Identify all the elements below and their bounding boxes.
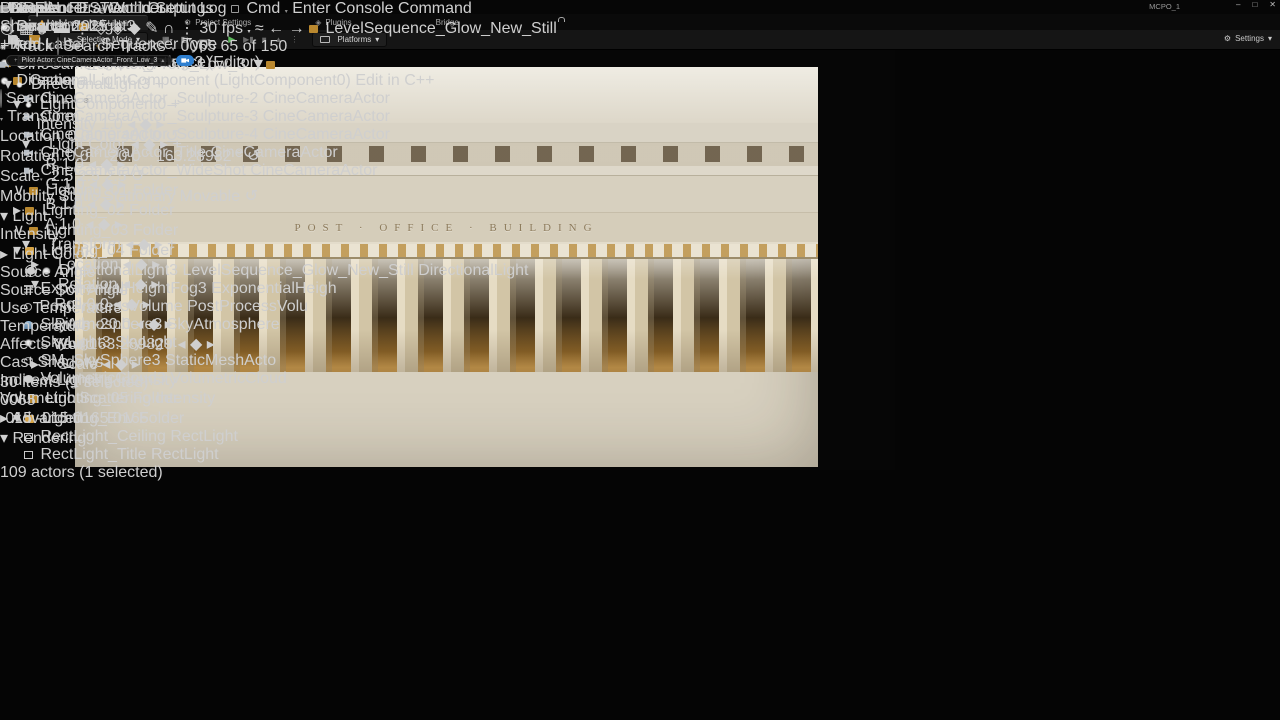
console-input[interactable]: Enter Console Command — [292, 0, 472, 17]
add-track-button[interactable]: Track — [0, 38, 57, 55]
keyframe-controls[interactable]: ◂ ◆ ▸ — [122, 276, 159, 293]
playhead-frame-label: 0065 — [0, 392, 557, 410]
forward-icon[interactable] — [289, 20, 305, 37]
track-row[interactable]: B 1.0 ◂ ◆ ▸ — [0, 194, 557, 214]
podium: UNREAL FEST Shanghai 2025 — [0, 0, 110, 36]
keyframe-controls[interactable]: ◂ ◆ ▸ — [127, 116, 164, 133]
fps-dropdown[interactable]: 30 fps — [199, 20, 255, 37]
crosshair-icon — [14, 58, 18, 64]
track-rows: ▾ DirectionalLight3 + ▾ LightComponent0 — [0, 74, 557, 374]
presenter-video-overlay: UNREAL FEST Shanghai 2025 — [0, 0, 110, 36]
minimize-button[interactable] — [1236, 0, 1240, 9]
close-button[interactable] — [1269, 0, 1276, 9]
track-row[interactable]: A 1.0 ◂ ◆ ▸ — [0, 214, 557, 234]
track-search-input[interactable]: Search Tracks — [57, 38, 170, 55]
keyframe-controls[interactable]: ◂ ◆ ▸ — [131, 136, 168, 153]
keyframe-controls[interactable]: ◂ ◆ ▸ — [125, 236, 162, 253]
add-section-icon[interactable]: + — [167, 236, 176, 253]
track-row[interactable]: ▾ Transform ◂ ◆ ▸ + — [0, 234, 557, 254]
sequencer-status: 30 items (1 selected) — [0, 374, 557, 392]
sequencer-track-list: Track Search Tracks 0065 65 of 150 CineC… — [0, 38, 557, 392]
track-row[interactable]: ▾ Light Color ◂ ◆ ▸ + — [0, 134, 557, 154]
track-row[interactable]: ▸ Location ◂ ◆ ▸ — [0, 254, 557, 274]
back-icon[interactable] — [268, 20, 284, 37]
output-log-icon — [132, 5, 140, 13]
track-row[interactable]: Intensity 1.0 ◂ ◆ ▸ — [0, 114, 557, 134]
eject-pilot-icon[interactable] — [161, 57, 164, 64]
maximize-button[interactable] — [1252, 0, 1257, 9]
light-property-row[interactable]: ▾ Rendering — [0, 428, 434, 448]
track-icon — [16, 82, 23, 88]
track-row[interactable]: R 1.0 ◂ ◆ ▸ — [0, 154, 557, 174]
track-filter-icon[interactable] — [170, 47, 176, 53]
track-row[interactable]: ▾ LightComponent0 + — [0, 94, 557, 114]
search-icon — [57, 37, 59, 56]
timeline-range-bar: -015 -015 0165 0165 — [0, 410, 557, 428]
add-section-icon[interactable]: + — [171, 96, 180, 113]
keyframe-controls[interactable]: ◂ ◆ ▸ — [89, 176, 126, 193]
keyframe-controls[interactable]: ◂ ◆ ▸ — [102, 356, 139, 373]
keyframe-controls[interactable]: ◂ ◆ ▸ — [178, 336, 215, 353]
camera-filter-icon[interactable] — [250, 56, 266, 73]
curve-editor-icon[interactable] — [255, 20, 264, 37]
frame-range: 65 of 150 — [221, 38, 288, 55]
row-type-icon — [24, 451, 33, 459]
outliner-status: 109 actors (1 selected) — [0, 464, 529, 482]
event-title: UNREAL FEST — [0, 0, 110, 18]
track-row[interactable]: Yaw 163.289829 ◂ ◆ ▸ — [0, 334, 557, 354]
track-row[interactable]: G 1.0 ◂ ◆ ▸ — [0, 174, 557, 194]
settings-gear-icon — [1224, 34, 1231, 43]
keyframe-icon[interactable] — [128, 20, 140, 37]
cmd-dropdown[interactable]: Cmd — [231, 0, 292, 17]
sequencer-timeline[interactable]: 0065 — [0, 392, 557, 428]
keyframe-controls[interactable]: ◂ ◆ ▸ — [135, 316, 172, 333]
keyframe-controls[interactable]: ◂ ◆ ▸ — [87, 196, 124, 213]
keyframe-controls[interactable]: ◂ ◆ ▸ — [86, 216, 123, 233]
current-frame[interactable]: 0065 — [180, 38, 216, 55]
auto-key-icon[interactable] — [112, 20, 124, 37]
edit-icon[interactable] — [145, 20, 158, 37]
unreal-editor-window: U MCPO_1 Assemble_Map-Lightin... Project… — [0, 0, 1280, 720]
track-row[interactable]: ▸ Scale ◂ ◆ ▸ — [0, 354, 557, 374]
snap-toggle[interactable] — [163, 20, 175, 37]
track-row[interactable]: ▾ DirectionalLight3 + — [0, 74, 557, 94]
camera-pill-icon[interactable] — [176, 55, 194, 66]
track-row[interactable]: ▾ Rotation ◂ ◆ ▸ — [0, 274, 557, 294]
window-title: MCPO_1 — [1149, 2, 1180, 11]
add-section-icon[interactable]: + — [155, 76, 164, 93]
camera-folder-icon[interactable] — [266, 61, 275, 69]
sequence-breadcrumb[interactable]: LevelSequence_Glow_New_Still — [326, 20, 557, 37]
keyframe-controls[interactable]: ◂ ◆ ▸ — [113, 296, 150, 313]
outliner-row[interactable]: RectLight_Title RectLight — [0, 446, 529, 464]
cmd-icon — [231, 5, 239, 13]
add-section-icon[interactable]: + — [172, 136, 181, 153]
track-row[interactable]: Pitch -20.0 ◂ ◆ ▸ — [0, 314, 557, 334]
keyframe-controls[interactable]: ◂ ◆ ▸ — [123, 256, 160, 273]
track-row[interactable]: Roll 0.0 ◂ ◆ ▸ — [0, 294, 557, 314]
output-log-button[interactable]: Output Log — [132, 0, 231, 17]
settings-dropdown[interactable]: Settings — [1224, 34, 1272, 43]
event-subtitle: Shanghai 2025 — [0, 18, 110, 36]
keyframe-controls[interactable]: ◂ ◆ ▸ — [88, 156, 125, 173]
track-icon — [25, 102, 32, 108]
pilot-actor-label[interactable]: Pilot Actor: CineCameraActor_Front_Low_3 — [6, 55, 172, 66]
sequence-folder-icon — [309, 25, 318, 33]
